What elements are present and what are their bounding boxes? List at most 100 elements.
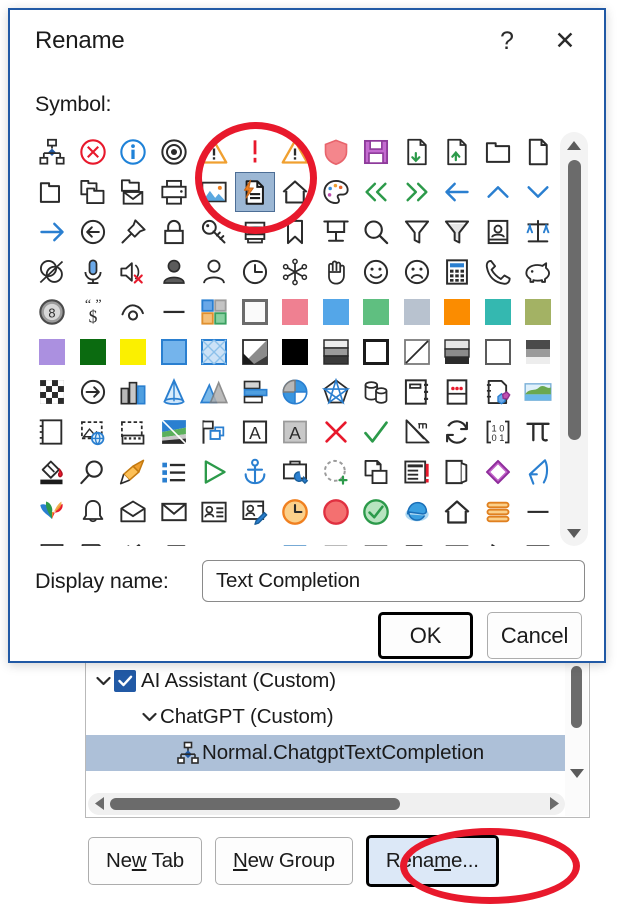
document-up-icon[interactable] — [437, 132, 478, 172]
letter-a-shaded-icon[interactable]: A — [275, 412, 316, 452]
magnifier-icon[interactable] — [356, 212, 397, 252]
person-filled-icon[interactable] — [154, 252, 195, 292]
clock-orange-icon[interactable] — [275, 492, 316, 532]
home-icon[interactable] — [437, 492, 478, 532]
new-tab-button[interactable]: New Tab — [88, 837, 202, 885]
web-image-icon[interactable] — [73, 412, 114, 452]
scroll-up-arrow-icon[interactable] — [566, 132, 582, 158]
gradient-dark-icon[interactable] — [518, 332, 559, 372]
arrow-circle-icon[interactable] — [73, 372, 114, 412]
footer-icon[interactable] — [518, 532, 559, 546]
pushpin-icon[interactable] — [113, 212, 154, 252]
landscape-icon[interactable] — [518, 372, 559, 412]
add-shape-icon[interactable] — [316, 452, 357, 492]
area-chart-icon[interactable] — [194, 372, 235, 412]
swatch-pink-icon[interactable] — [275, 292, 316, 332]
piggybank-icon[interactable] — [518, 252, 559, 292]
venn-icon[interactable] — [32, 252, 73, 292]
microphone-icon[interactable] — [73, 252, 114, 292]
clock-icon[interactable] — [235, 252, 276, 292]
toolbox-icon[interactable] — [275, 452, 316, 492]
chevron-down-icon[interactable] — [92, 676, 114, 686]
shape-b-icon[interactable] — [73, 532, 114, 546]
home-outline-icon[interactable] — [275, 172, 316, 212]
mail-closed-icon[interactable] — [154, 492, 195, 532]
green-check-icon[interactable] — [356, 412, 397, 452]
color-fill-icon[interactable] — [154, 412, 195, 452]
mute-icon[interactable] — [113, 252, 154, 292]
swatch-purple-icon[interactable] — [32, 332, 73, 372]
key-icon[interactable] — [194, 212, 235, 252]
brush-icon[interactable] — [113, 452, 154, 492]
tree-horizontal-scrollbar[interactable] — [88, 793, 565, 815]
butterfly-icon[interactable] — [32, 492, 73, 532]
save-disk-icon[interactable] — [356, 132, 397, 172]
book-icon[interactable] — [437, 452, 478, 492]
anchor-icon[interactable] — [235, 452, 276, 492]
swatch-pattern-icon[interactable] — [194, 332, 235, 372]
pi-icon[interactable] — [518, 412, 559, 452]
printer-icon[interactable] — [154, 172, 195, 212]
phone-icon[interactable] — [478, 252, 519, 292]
outline-thick-icon[interactable] — [356, 332, 397, 372]
contact-card-icon[interactable] — [194, 492, 235, 532]
funnel-outline-icon[interactable] — [397, 212, 438, 252]
copy-icon[interactable] — [356, 452, 397, 492]
swatch-teal-icon[interactable] — [478, 292, 519, 332]
bullet-list-icon[interactable] — [154, 452, 195, 492]
scrollbar-thumb[interactable] — [571, 666, 582, 728]
header-blue-icon[interactable] — [275, 532, 316, 546]
page-icon[interactable] — [518, 132, 559, 172]
folder-mail-icon[interactable] — [113, 172, 154, 212]
new-group-button[interactable]: New Group — [215, 837, 353, 885]
scroll-left-arrow-icon[interactable] — [88, 796, 110, 813]
warning-triangle-icon[interactable] — [275, 132, 316, 172]
warning-exclamation-icon[interactable] — [235, 132, 276, 172]
command-tree[interactable]: AI Assistant (Custom) ChatGPT (Custom) N… — [85, 660, 590, 818]
eye-icon[interactable] — [113, 292, 154, 332]
quote-dollar-icon[interactable]: “” $ — [73, 292, 114, 332]
swatch-olive-icon[interactable] — [518, 292, 559, 332]
header-dark-icon[interactable] — [356, 532, 397, 546]
hand-icon[interactable] — [316, 252, 357, 292]
document-lightning-icon[interactable] — [234, 172, 275, 212]
person-outline-icon[interactable] — [194, 252, 235, 292]
eraser-icon[interactable] — [478, 452, 519, 492]
lock-icon[interactable] — [154, 212, 195, 252]
tree-item-chatgpt[interactable]: ChatGPT (Custom) — [86, 699, 565, 735]
shape-e-icon[interactable] — [194, 532, 235, 546]
table-icon[interactable] — [437, 532, 478, 546]
refresh-icon[interactable] — [437, 412, 478, 452]
arrow-left-icon[interactable] — [437, 172, 478, 212]
snowflake-icon[interactable] — [275, 252, 316, 292]
diagonal-line-icon[interactable] — [397, 332, 438, 372]
cancel-circle-icon[interactable] — [73, 132, 114, 172]
binary-icon[interactable]: 1 00 1 — [478, 412, 519, 452]
document-down-icon[interactable] — [397, 132, 438, 172]
shapes-icon[interactable] — [478, 372, 519, 412]
gradient-bars-icon[interactable] — [437, 332, 478, 372]
swatch-black-icon[interactable] — [275, 332, 316, 372]
scroll-right-arrow-icon[interactable] — [543, 796, 565, 813]
stacked-lines-icon[interactable] — [478, 492, 519, 532]
corner-icon[interactable] — [397, 532, 438, 546]
flag-shape-icon[interactable] — [194, 412, 235, 452]
scrollbar-track[interactable] — [110, 798, 543, 810]
back-circle-icon[interactable] — [73, 212, 114, 252]
fill-diagonal-icon[interactable] — [235, 332, 276, 372]
shield-icon[interactable] — [316, 132, 357, 172]
bookmark-icon[interactable] — [275, 212, 316, 252]
browser-icon[interactable] — [397, 492, 438, 532]
id-card-icon[interactable] — [478, 212, 519, 252]
bar-horizontal-icon[interactable] — [235, 372, 276, 412]
scroll-down-arrow-icon[interactable] — [569, 767, 585, 782]
warning-triangle-icon[interactable] — [194, 132, 235, 172]
palette-icon[interactable] — [316, 172, 357, 212]
funnel-icon[interactable] — [437, 212, 478, 252]
shape-c-icon[interactable] — [113, 532, 154, 546]
red-x-icon[interactable] — [316, 412, 357, 452]
minus-icon[interactable] — [518, 492, 559, 532]
cylinders-icon[interactable] — [356, 372, 397, 412]
target-icon[interactable] — [154, 132, 195, 172]
dash-icon[interactable] — [154, 292, 195, 332]
